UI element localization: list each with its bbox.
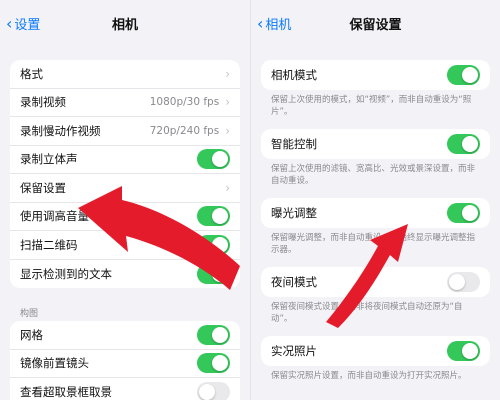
preserve-row-camera-mode: 相机模式 (261, 60, 490, 90)
settings-row-scan-qr: 扫描二维码 (10, 231, 240, 260)
row-label: 显示检测到的文本 (20, 266, 112, 281)
row-label: 录制立体声 (20, 152, 78, 167)
row-label: 相机模式 (271, 68, 317, 82)
settings-row-record-video[interactable]: 录制视频 1080p/30 fps › (10, 89, 240, 117)
toggle-knob (462, 67, 478, 83)
toggle-knob (212, 151, 228, 168)
row-label: 格式 (20, 66, 43, 81)
settings-row-mirror-front: 镜像前置镜头 (10, 350, 240, 378)
row-label: 镜像前置镜头 (20, 356, 89, 371)
camera-mode-toggle[interactable] (447, 65, 480, 85)
toggle-knob (449, 274, 465, 290)
navigation-bar: ‹ 设置 相机 (0, 0, 250, 46)
row-label: 查看超取景框取景 (20, 385, 112, 400)
row-value: 720p/240 fps (149, 124, 220, 137)
settings-row-preserve-settings[interactable]: 保留设置 › (10, 174, 240, 203)
scan-qr-toggle[interactable] (197, 234, 230, 255)
chevron-right-icon: › (225, 180, 230, 195)
row-label: 实况照片 (271, 344, 317, 358)
toggle-knob (462, 343, 478, 359)
row-label: 录制视频 (20, 95, 66, 110)
camera-settings-screen: ‹ 设置 相机 格式 › 录制视频 1080p/30 fps › 录制慢动作视频 … (0, 0, 250, 400)
back-button[interactable]: ‹ 设置 (6, 14, 41, 34)
mirror-front-toggle[interactable] (197, 353, 230, 374)
composition-group: 网格 镜像前置镜头 查看超取景框取景 (10, 321, 240, 400)
exposure-description: 保留曝光调整，而非自动重设，且始终显示曝光调整指示器。 (271, 233, 476, 255)
row-label: 夜间模式 (271, 275, 317, 289)
chevron-right-icon: › (225, 123, 230, 138)
live-photo-description: 保留实况照片设置，而非自动重设为打开实况照片。 (271, 371, 467, 381)
detected-text-toggle[interactable] (197, 263, 230, 284)
chevron-left-icon: ‹ (6, 14, 13, 33)
chevron-right-icon: › (225, 66, 230, 81)
settings-row-format[interactable]: 格式 › (10, 60, 240, 89)
toggle-knob (462, 136, 478, 152)
chevron-right-icon: › (225, 95, 230, 110)
row-label: 网格 (20, 327, 43, 342)
preserve-row-live-photo: 实况照片 (261, 336, 490, 366)
toggle-knob (462, 205, 478, 221)
toggle-knob (212, 265, 228, 282)
row-value: 1080p/30 fps (149, 96, 220, 109)
settings-row-record-stereo: 录制立体声 (10, 146, 240, 174)
creative-controls-toggle[interactable] (447, 134, 480, 154)
night-mode-toggle[interactable] (447, 272, 480, 292)
preserve-row-creative-controls: 智能控制 (261, 129, 490, 159)
row-label: 扫描二维码 (20, 237, 78, 252)
row-label: 智能控制 (271, 137, 317, 151)
row-label: 使用调高音量 (20, 209, 89, 224)
back-button[interactable]: ‹ 相机 (257, 14, 292, 34)
toggle-knob (199, 384, 215, 400)
camera-settings-group: 格式 › 录制视频 1080p/30 fps › 录制慢动作视频 720p/240… (10, 60, 240, 288)
section-header-composition: 构图 (20, 309, 39, 319)
volume-up-toggle[interactable] (197, 206, 230, 227)
navigation-bar: ‹ 相机 保留设置 (251, 0, 500, 46)
settings-row-volume-up: 使用调高音量 (10, 203, 240, 231)
exposure-toggle[interactable] (447, 203, 480, 223)
stereo-toggle[interactable] (197, 149, 230, 170)
row-label: 录制慢动作视频 (20, 123, 101, 138)
creative-controls-description: 保留上次使用的滤镜、宽高比、光效或景深设置，而非自动重设。 (271, 164, 476, 186)
toggle-knob (212, 355, 228, 372)
chevron-left-icon: ‹ (257, 14, 264, 33)
preserve-row-exposure: 曝光调整 (261, 198, 490, 228)
camera-mode-description: 保留上次使用的模式，如“视频”，而非自动重设为“照片”。 (271, 95, 472, 117)
back-label: 相机 (265, 18, 292, 33)
back-label: 设置 (14, 18, 41, 33)
toggle-knob (212, 236, 228, 253)
preserve-settings-screen: ‹ 相机 保留设置 相机模式 保留上次使用的模式，如“视频”，而非自动重设为“照… (250, 0, 500, 400)
grid-toggle[interactable] (197, 324, 230, 345)
toggle-knob (212, 326, 228, 343)
view-outside-frame-toggle[interactable] (197, 382, 230, 400)
row-label: 保留设置 (20, 180, 66, 195)
toggle-knob (212, 208, 228, 225)
row-label: 曝光调整 (271, 206, 317, 220)
settings-row-record-slomo[interactable]: 录制慢动作视频 720p/240 fps › (10, 117, 240, 146)
settings-row-detected-text: 显示检测到的文本 (10, 260, 240, 289)
preserve-row-night-mode: 夜间模式 (261, 267, 490, 297)
night-mode-description: 保留夜间模式设置，而非将夜间模式自动还原为“自动”。 (271, 302, 463, 324)
settings-row-grid: 网格 (10, 321, 240, 350)
settings-row-view-outside-frame: 查看超取景框取景 (10, 378, 240, 400)
live-photo-toggle[interactable] (447, 341, 480, 361)
